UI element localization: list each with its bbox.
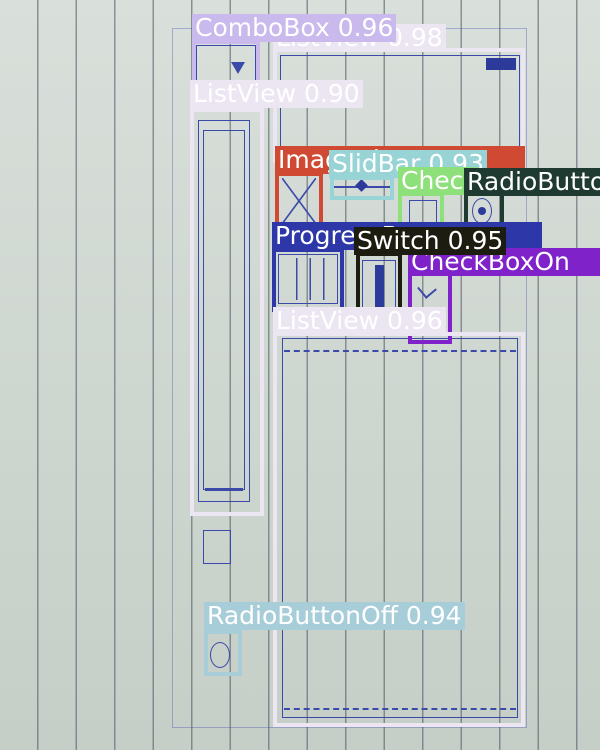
detection-box-progressbar <box>272 248 344 312</box>
detection-label-switch: Switch 0.95 <box>354 227 507 255</box>
detection-label-listview-left: ListView 0.90 <box>190 80 363 108</box>
detection-box-listview-left <box>190 108 264 516</box>
detection-box-listview-bottom <box>273 332 525 727</box>
detection-label-combobox: ComboBox 0.96 <box>192 14 397 42</box>
detection-box-slidbar <box>330 176 394 200</box>
sketch-small-square <box>203 530 231 564</box>
detection-label-radiobutton-on: RadioButtonOn <box>464 168 600 196</box>
detection-box-combobox <box>192 40 260 84</box>
detection-label-listview-bottom: ListView 0.96 <box>273 307 446 335</box>
detection-label-radiobutton-off: RadioButtonOff 0.94 <box>204 602 465 630</box>
detection-box-radiobutton-off <box>204 630 242 676</box>
